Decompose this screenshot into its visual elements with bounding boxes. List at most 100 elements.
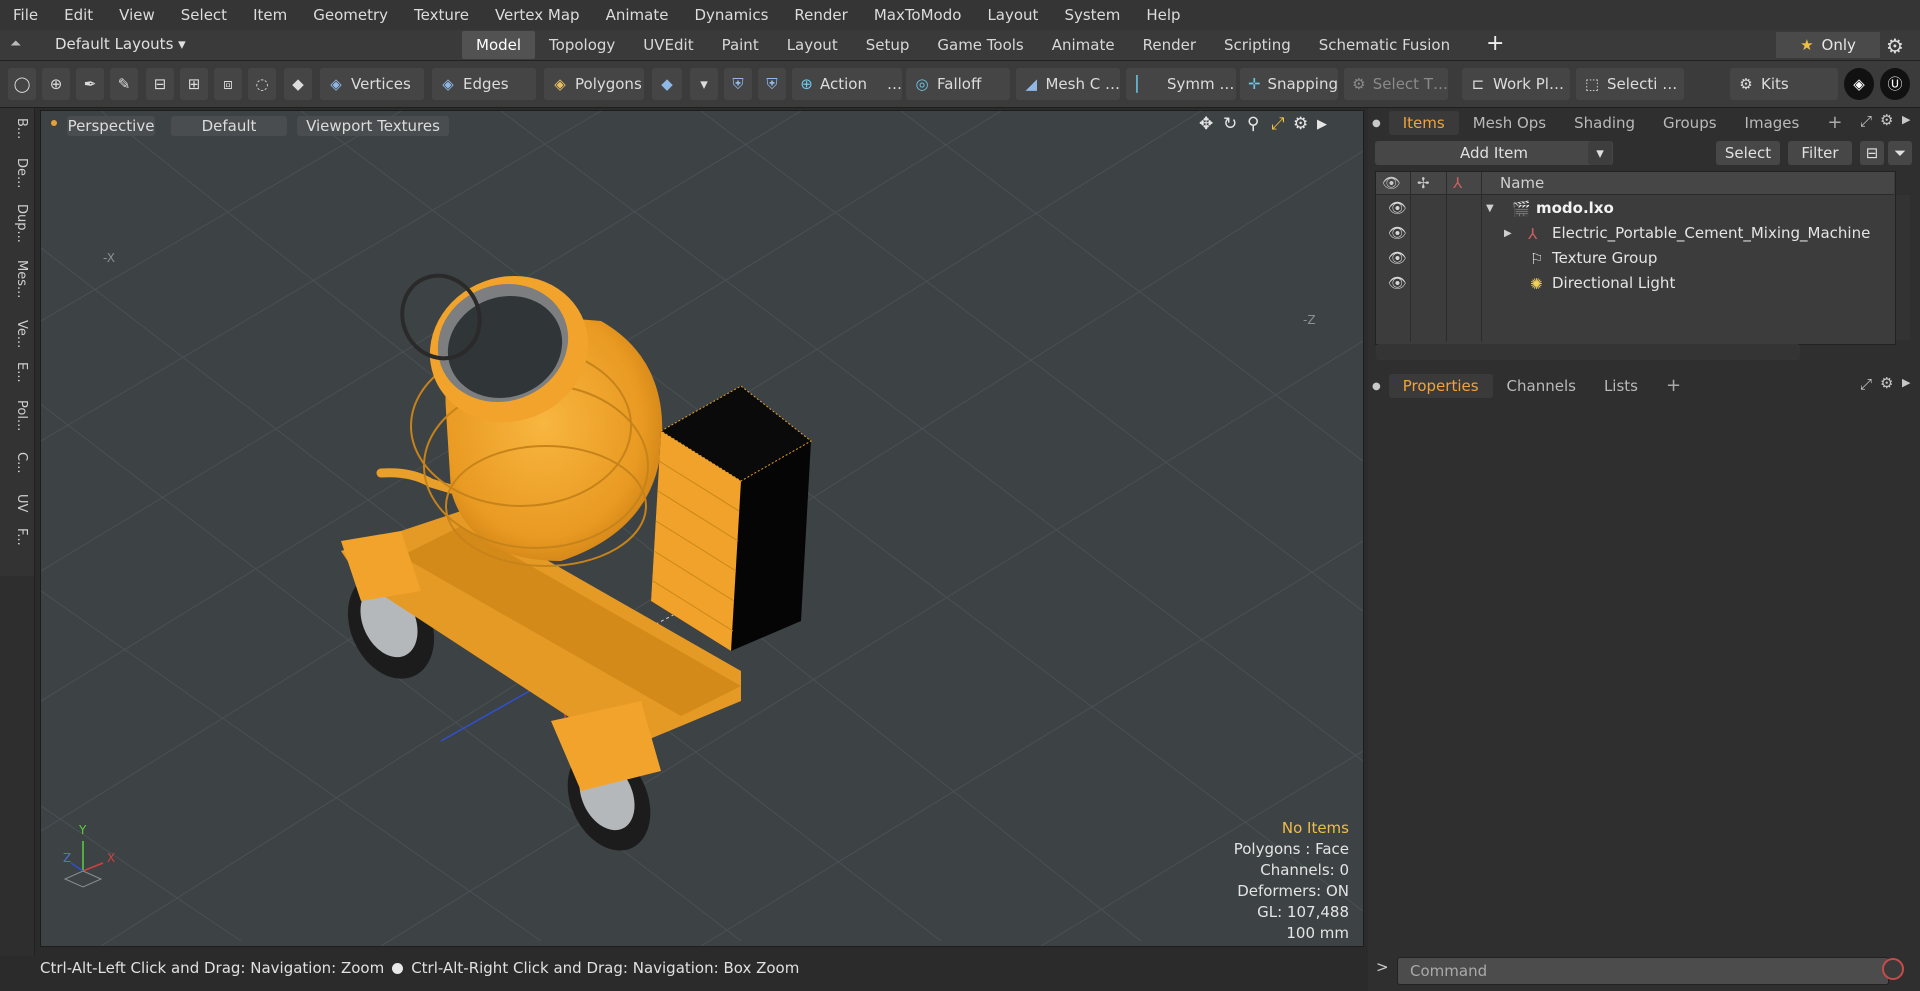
filter-funnel-icon[interactable]: ⏷: [1888, 141, 1912, 165]
bridge-button[interactable]: ⊟: [146, 68, 174, 100]
left-tool-tab[interactable]: B...: [7, 118, 29, 139]
move-view-icon[interactable]: ✥: [1199, 114, 1213, 134]
add-item-dropdown[interactable]: ▾: [1588, 141, 1612, 165]
tree-row-texture-group[interactable]: 👁 ⚐ Texture Group: [1376, 246, 1894, 271]
menu-texture[interactable]: Texture: [401, 6, 482, 24]
select-circle-button[interactable]: ◯: [8, 68, 36, 100]
menu-edit[interactable]: Edit: [51, 6, 106, 24]
polygons-button[interactable]: ◈ Polygons: [544, 68, 644, 100]
workplane-button[interactable]: ⊏ Work Pl…: [1462, 68, 1570, 100]
select-through-button[interactable]: ⚙ Select T…: [1344, 68, 1448, 100]
items-horizontal-scrollbar[interactable]: [1376, 344, 1800, 360]
panel-maximize-icon[interactable]: ⤢: [1860, 375, 1872, 393]
tab-uvedit[interactable]: UVEdit: [629, 31, 707, 59]
add-tab-icon[interactable]: +: [1486, 33, 1504, 55]
add-item-button[interactable]: Add Item: [1375, 141, 1613, 165]
symmetry-button[interactable]: ▏ Symm …: [1126, 68, 1236, 100]
falloff-button[interactable]: ◎ Falloff: [906, 68, 1010, 100]
grid-button[interactable]: ⊞: [180, 68, 208, 100]
tab-layout[interactable]: Layout: [773, 31, 852, 59]
viewport-settings-icon[interactable]: ⚙: [1293, 114, 1308, 134]
left-tool-tab[interactable]: De...: [7, 158, 29, 188]
tab-render[interactable]: Render: [1129, 31, 1210, 59]
snapping-button[interactable]: ✛ Snapping: [1240, 68, 1338, 100]
menu-maxtomodo[interactable]: MaxToModo: [861, 6, 975, 24]
panel-gear-icon[interactable]: ⚙: [1880, 374, 1893, 392]
left-tool-tab[interactable]: E...: [7, 362, 29, 383]
type-column-icon[interactable]: ⅄: [1453, 174, 1462, 192]
shield-alt-button[interactable]: ⛨: [758, 68, 786, 100]
menu-view[interactable]: View: [106, 6, 168, 24]
tab-items[interactable]: Items: [1388, 111, 1459, 135]
item-mode-button[interactable]: ◆: [284, 68, 312, 100]
collapsed-triangle-icon[interactable]: ▶: [1504, 221, 1512, 246]
tab-images[interactable]: Images: [1731, 111, 1814, 135]
viewport-expand-icon[interactable]: ▶: [1317, 117, 1327, 132]
only-button[interactable]: ★ Only: [1776, 32, 1880, 58]
items-vertical-scrollbar[interactable]: [1896, 195, 1910, 340]
menu-dynamics[interactable]: Dynamics: [681, 6, 781, 24]
viewport-canvas[interactable]: [41, 111, 1363, 946]
sphere-button[interactable]: ⊕: [42, 68, 70, 100]
frame-button[interactable]: ⧈: [214, 68, 242, 100]
eye-icon[interactable]: 👁: [1388, 274, 1407, 292]
left-tool-tab[interactable]: UV: [7, 494, 29, 512]
tab-groups[interactable]: Groups: [1649, 111, 1730, 135]
unreal-button[interactable]: Ⓤ: [1880, 68, 1910, 100]
panel-expand-icon[interactable]: ▶: [1902, 113, 1910, 126]
view-mode-dropdown[interactable]: Perspective: [67, 116, 155, 136]
tab-paint[interactable]: Paint: [708, 31, 773, 59]
menu-file[interactable]: File: [0, 6, 51, 24]
mode-dropdown-button[interactable]: ▾: [690, 68, 718, 100]
eye-icon[interactable]: 👁: [1388, 199, 1407, 217]
left-tool-tab[interactable]: F...: [7, 528, 29, 546]
lock-column-icon[interactable]: ✢: [1417, 174, 1430, 192]
tab-scripting[interactable]: Scripting: [1210, 31, 1305, 59]
edges-button[interactable]: ◈ Edges: [432, 68, 536, 100]
menu-select[interactable]: Select: [168, 6, 240, 24]
tab-topology[interactable]: Topology: [535, 31, 629, 59]
tab-setup[interactable]: Setup: [852, 31, 924, 59]
unity-button[interactable]: ◈: [1844, 68, 1874, 100]
pen-button[interactable]: ✒: [76, 68, 104, 100]
eye-icon[interactable]: 👁: [1388, 224, 1407, 242]
add-panel-tab-icon[interactable]: +: [1652, 374, 1695, 398]
left-tool-tab[interactable]: Dup...: [7, 204, 29, 243]
tab-shading[interactable]: Shading: [1560, 111, 1649, 135]
name-column-header[interactable]: Name: [1500, 174, 1544, 192]
panel-maximize-icon[interactable]: ⤢: [1860, 112, 1872, 130]
expanded-triangle-icon[interactable]: ▼: [1486, 196, 1494, 221]
filter-button[interactable]: Filter: [1788, 141, 1852, 165]
add-panel-tab-icon[interactable]: +: [1813, 111, 1856, 135]
eye-icon[interactable]: 👁: [1388, 249, 1407, 267]
menu-geometry[interactable]: Geometry: [300, 6, 401, 24]
visibility-column-icon[interactable]: 👁: [1382, 174, 1401, 192]
gear-icon[interactable]: ⚙: [1886, 34, 1904, 58]
tab-animate[interactable]: Animate: [1038, 31, 1129, 59]
shield-button[interactable]: ⛨: [724, 68, 752, 100]
tab-game-tools[interactable]: Game Tools: [923, 31, 1037, 59]
tree-row-light[interactable]: 👁 ✺ Directional Light: [1376, 271, 1894, 296]
zoom-view-icon[interactable]: ⚲: [1247, 114, 1259, 134]
menu-system[interactable]: System: [1051, 6, 1133, 24]
left-tool-tab[interactable]: Ve...: [7, 320, 29, 348]
kits-button[interactable]: ⚙ Kits: [1730, 68, 1838, 100]
menu-help[interactable]: Help: [1133, 6, 1193, 24]
record-macro-icon[interactable]: [1882, 958, 1904, 980]
shading-dropdown[interactable]: Default: [171, 116, 287, 136]
panel-expand-icon[interactable]: ▶: [1902, 376, 1910, 389]
tab-schematic-fusion[interactable]: Schematic Fusion: [1305, 31, 1464, 59]
action-center-button[interactable]: ⊕ Action…: [792, 68, 902, 100]
layout-collapse-icon[interactable]: ⏶: [10, 36, 28, 54]
left-tool-tab[interactable]: Pol...: [7, 400, 29, 431]
menu-vertex-map[interactable]: Vertex Map: [482, 6, 593, 24]
arc-button[interactable]: ◌: [248, 68, 276, 100]
vertices-button[interactable]: ◈ Vertices: [320, 68, 424, 100]
tab-lists[interactable]: Lists: [1590, 374, 1652, 398]
selection-sets-button[interactable]: ⬚ Selecti …: [1576, 68, 1684, 100]
select-button[interactable]: Select: [1716, 141, 1780, 165]
mesh-constraint-button[interactable]: ◢ Mesh C …: [1016, 68, 1120, 100]
menu-layout[interactable]: Layout: [974, 6, 1051, 24]
panel-gear-icon[interactable]: ⚙: [1880, 111, 1893, 129]
material-mode-button[interactable]: ◆: [652, 68, 682, 100]
